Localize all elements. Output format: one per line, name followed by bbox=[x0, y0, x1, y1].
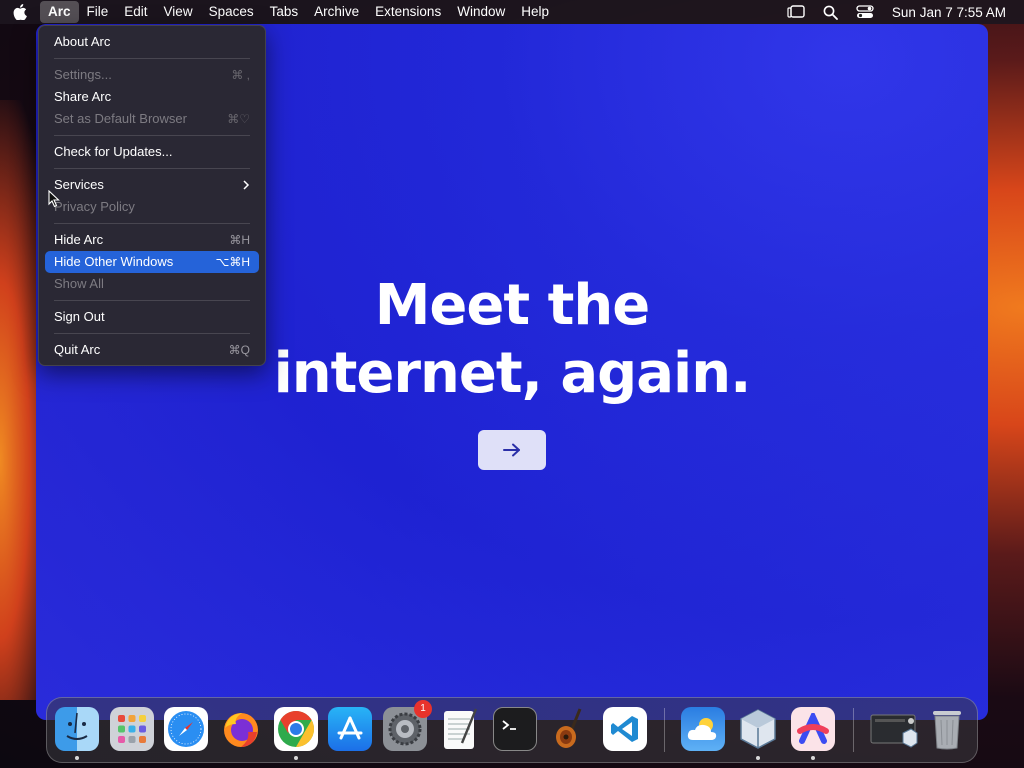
menu-hide-arc-shortcut: ⌘H bbox=[229, 233, 250, 247]
menu-privacy-policy: Privacy Policy bbox=[45, 196, 259, 218]
menu-arc[interactable]: Arc bbox=[40, 1, 79, 23]
menu-quit-arc[interactable]: Quit Arc ⌘Q bbox=[45, 339, 259, 361]
menu-quit-arc-shortcut: ⌘Q bbox=[228, 343, 250, 357]
virtualbox-running-indicator bbox=[756, 756, 760, 760]
menu-separator bbox=[54, 58, 250, 59]
stage-manager-icon[interactable] bbox=[787, 5, 805, 19]
menu-sign-out-label: Sign Out bbox=[54, 309, 105, 324]
menu-check-updates[interactable]: Check for Updates... bbox=[45, 141, 259, 163]
arc-icon[interactable] bbox=[791, 707, 835, 751]
menu-settings-shortcut: ⌘ , bbox=[231, 68, 250, 82]
finder-running-indicator bbox=[75, 756, 79, 760]
dock-separator bbox=[853, 708, 854, 752]
app-store-icon[interactable] bbox=[328, 707, 372, 751]
menu-separator bbox=[54, 223, 250, 224]
menu-window[interactable]: Window bbox=[449, 1, 513, 23]
terminal-icon[interactable] bbox=[493, 707, 537, 751]
menu-share-arc[interactable]: Share Arc bbox=[45, 86, 259, 108]
menu-show-all-label: Show All bbox=[54, 276, 104, 291]
launchpad-icon[interactable] bbox=[110, 707, 154, 751]
menu-set-default-browser: Set as Default Browser ⌘♡ bbox=[45, 108, 259, 130]
status-area: Sun Jan 7 7:55 AM bbox=[787, 0, 1006, 24]
safari-icon[interactable] bbox=[164, 707, 208, 751]
chrome-icon[interactable] bbox=[274, 707, 318, 751]
menu-hide-other-windows[interactable]: Hide Other Windows ⌥⌘H bbox=[45, 251, 259, 273]
menu-settings: Settings... ⌘ , bbox=[45, 64, 259, 86]
spotlight-search-icon[interactable] bbox=[823, 5, 838, 20]
menu-show-all: Show All bbox=[45, 273, 259, 295]
menu-separator bbox=[54, 333, 250, 334]
menu-hide-arc-label: Hide Arc bbox=[54, 232, 104, 247]
menu-archive[interactable]: Archive bbox=[306, 1, 367, 23]
firefox-icon[interactable] bbox=[219, 707, 263, 751]
weather-icon[interactable] bbox=[681, 707, 725, 751]
menu-edit[interactable]: Edit bbox=[116, 1, 155, 23]
arc-app-menu: About Arc Settings... ⌘ , Share Arc Set a… bbox=[38, 25, 266, 366]
virtualbox-icon[interactable] bbox=[736, 707, 780, 751]
downloads-stack-icon[interactable] bbox=[869, 707, 919, 751]
menu-file[interactable]: File bbox=[79, 1, 117, 23]
menu-hide-others-label: Hide Other Windows bbox=[54, 254, 174, 269]
menu-separator bbox=[54, 168, 250, 169]
menu-bar-clock[interactable]: Sun Jan 7 7:55 AM bbox=[892, 5, 1006, 20]
menu-separator bbox=[54, 300, 250, 301]
mouse-cursor-icon bbox=[48, 190, 60, 208]
menu-tabs[interactable]: Tabs bbox=[262, 1, 307, 23]
menu-check-updates-label: Check for Updates... bbox=[54, 144, 173, 159]
arrow-right-icon bbox=[503, 443, 520, 457]
trash-icon[interactable] bbox=[925, 707, 969, 751]
menu-hide-others-shortcut: ⌥⌘H bbox=[215, 255, 251, 269]
menu-services[interactable]: Services bbox=[45, 174, 259, 196]
garageband-icon[interactable] bbox=[548, 707, 592, 751]
menu-privacy-label: Privacy Policy bbox=[54, 199, 135, 214]
finder-icon[interactable] bbox=[55, 707, 99, 751]
vscode-icon[interactable] bbox=[603, 707, 647, 751]
chevron-right-icon bbox=[243, 180, 250, 190]
menu-hide-arc[interactable]: Hide Arc ⌘H bbox=[45, 229, 259, 251]
menu-set-default-label: Set as Default Browser bbox=[54, 111, 187, 126]
menu-settings-label: Settings... bbox=[54, 67, 112, 82]
menu-share-arc-label: Share Arc bbox=[54, 89, 112, 104]
menu-quit-arc-label: Quit Arc bbox=[54, 342, 101, 357]
system-settings-badge: 1 bbox=[414, 700, 432, 718]
menu-separator bbox=[54, 135, 250, 136]
menu-services-label: Services bbox=[54, 177, 104, 192]
control-center-icon[interactable] bbox=[856, 5, 874, 19]
menu-set-default-shortcut: ⌘♡ bbox=[227, 112, 250, 126]
dock: 1 bbox=[46, 697, 978, 763]
dock-separator bbox=[664, 708, 665, 752]
menu-help[interactable]: Help bbox=[513, 1, 557, 23]
textedit-icon[interactable] bbox=[438, 707, 482, 751]
menu-view[interactable]: View bbox=[156, 1, 201, 23]
menu-about-arc-label: About Arc bbox=[54, 34, 111, 49]
menu-bar: Arc File Edit View Spaces Tabs Archive E… bbox=[0, 0, 1024, 24]
apple-menu[interactable] bbox=[0, 4, 40, 20]
apple-icon bbox=[13, 4, 27, 20]
menu-about-arc[interactable]: About Arc bbox=[45, 31, 259, 53]
arc-running-indicator bbox=[811, 756, 815, 760]
chrome-running-indicator bbox=[294, 756, 298, 760]
menu-extensions[interactable]: Extensions bbox=[367, 1, 449, 23]
continue-button[interactable] bbox=[478, 430, 546, 470]
menu-spaces[interactable]: Spaces bbox=[201, 1, 262, 23]
menu-sign-out[interactable]: Sign Out bbox=[45, 306, 259, 328]
